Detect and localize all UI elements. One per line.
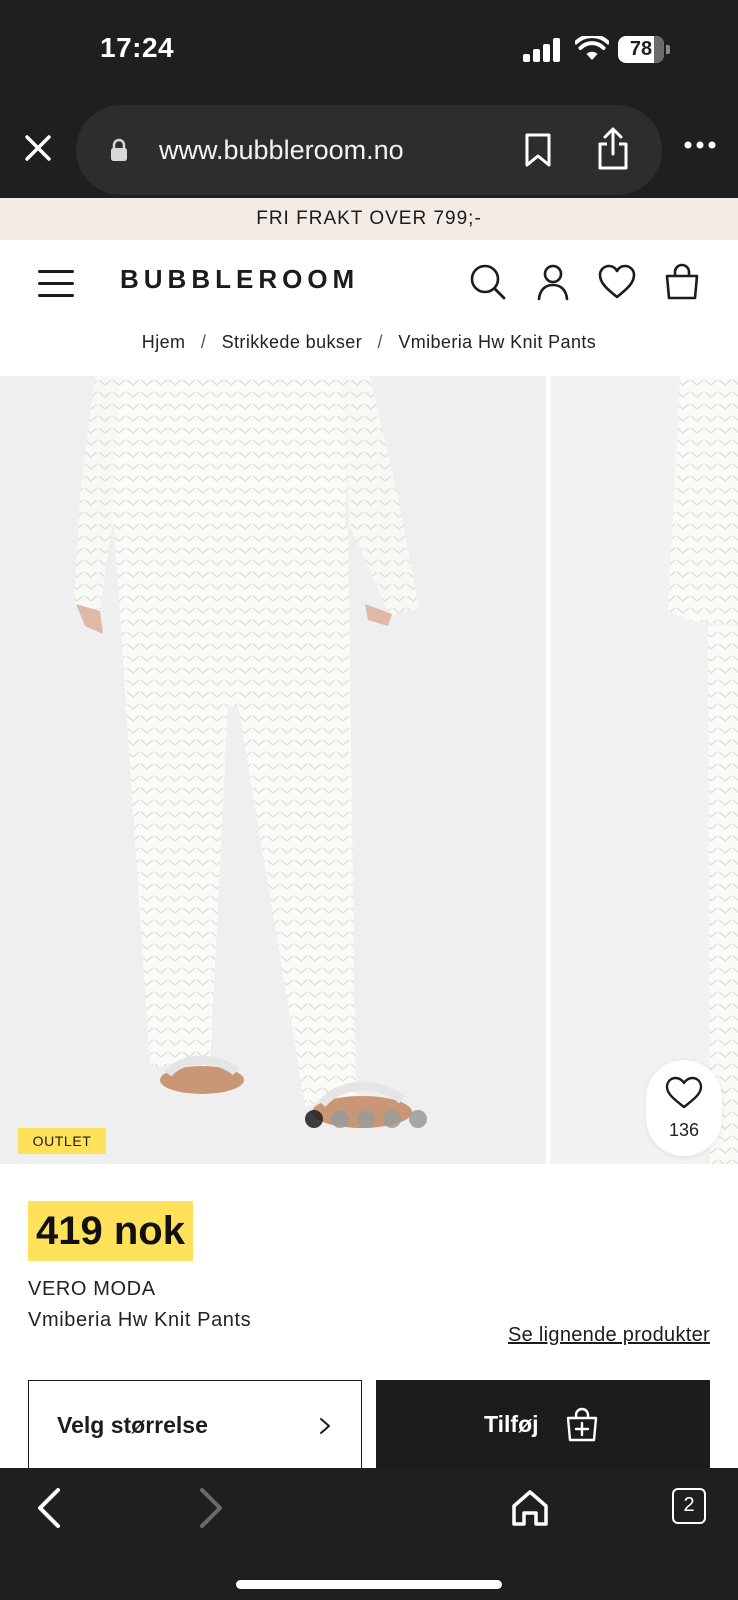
similar-products-link[interactable]: Se lignende produkter xyxy=(508,1324,710,1347)
chevron-right-icon xyxy=(320,1418,330,1434)
add-to-bag-icon xyxy=(566,1407,598,1442)
lock-icon xyxy=(111,138,127,161)
status-bar: 17:24 78 xyxy=(0,0,738,100)
product-gallery[interactable]: OUTLET 136 xyxy=(0,376,738,1164)
breadcrumb-category[interactable]: Strikkede bukser xyxy=(222,332,362,353)
share-icon[interactable] xyxy=(596,127,630,171)
battery-level: 78 xyxy=(629,38,653,60)
product-name: Vmiberia Hw Knit Pants xyxy=(28,1309,252,1331)
gallery-dot[interactable] xyxy=(357,1110,375,1128)
site-header: BUBBLEROOM xyxy=(0,240,738,330)
add-to-cart-button[interactable]: Tilføj xyxy=(376,1380,710,1472)
site-logo[interactable]: BUBBLEROOM xyxy=(120,264,359,295)
wishlist-button[interactable]: 136 xyxy=(646,1060,722,1156)
battery-icon: 78 xyxy=(618,36,670,63)
bag-icon[interactable] xyxy=(662,262,702,302)
breadcrumb-home[interactable]: Hjem xyxy=(142,332,186,353)
back-icon[interactable] xyxy=(32,1486,72,1530)
add-to-cart-label: Tilføj xyxy=(484,1411,539,1437)
address-bar[interactable]: www.bubbleroom.no xyxy=(76,105,662,195)
bookmark-icon[interactable] xyxy=(524,133,552,167)
breadcrumb: Hjem / Strikkede bukser / Vmiberia Hw Kn… xyxy=(0,332,738,376)
heart-icon xyxy=(665,1076,703,1109)
status-time: 17:24 xyxy=(100,32,175,63)
product-price: 419 nok xyxy=(28,1201,193,1261)
select-size-label: Velg størrelse xyxy=(57,1412,208,1438)
home-indicator xyxy=(236,1580,502,1589)
gallery-dot[interactable] xyxy=(305,1110,323,1128)
gallery-pagination xyxy=(305,1110,435,1130)
forward-icon xyxy=(200,1488,222,1528)
promo-banner[interactable]: FRI FRAKT OVER 799;- xyxy=(0,198,738,240)
product-brand[interactable]: VERO MODA xyxy=(28,1278,156,1301)
home-icon[interactable] xyxy=(510,1486,550,1530)
account-icon[interactable] xyxy=(533,262,573,302)
wifi-icon xyxy=(575,36,609,60)
outlet-badge: OUTLET xyxy=(18,1128,106,1154)
browser-bar: www.bubbleroom.no xyxy=(0,100,738,198)
menu-icon[interactable] xyxy=(38,268,74,298)
close-icon[interactable] xyxy=(22,132,54,164)
product-image[interactable]: OUTLET xyxy=(0,376,546,1164)
search-icon[interactable] xyxy=(468,262,508,302)
heart-icon[interactable] xyxy=(597,262,637,302)
tabs-icon[interactable]: 2 xyxy=(672,1488,706,1524)
more-icon[interactable] xyxy=(684,141,716,149)
wishlist-count: 136 xyxy=(668,1120,700,1140)
url-text: www.bubbleroom.no xyxy=(159,135,404,165)
gallery-dot[interactable] xyxy=(331,1110,349,1128)
gallery-dot[interactable] xyxy=(409,1110,427,1128)
breadcrumb-separator: / xyxy=(200,332,207,352)
select-size-button[interactable]: Velg størrelse xyxy=(28,1380,362,1472)
signal-icon xyxy=(523,38,561,62)
breadcrumb-current: Vmiberia Hw Knit Pants xyxy=(398,332,597,352)
product-image-next[interactable] xyxy=(550,376,738,1164)
breadcrumb-separator: / xyxy=(377,332,383,352)
browser-toolbar: 2 xyxy=(0,1468,738,1600)
gallery-dot[interactable] xyxy=(383,1110,401,1128)
